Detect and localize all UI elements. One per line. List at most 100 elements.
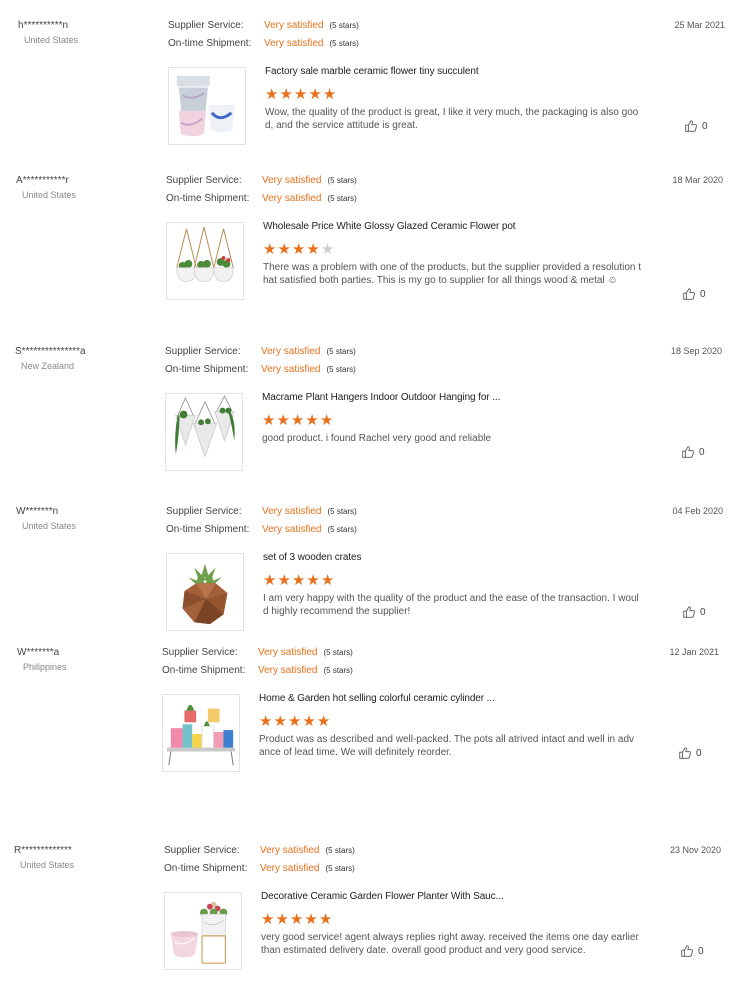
star-icon: ★ [277, 241, 291, 258]
ontime-shipment-value: Very satisfied [260, 863, 320, 874]
colorful-cylinders-thumbnail[interactable] [162, 694, 240, 772]
review-comment: very good service! agent always replies … [261, 932, 639, 956]
product-rating-stars: ★★★★★ [261, 911, 333, 928]
ontime-shipment-rating: On-time Shipment: Very satisfied (5 stars) [165, 364, 356, 382]
product-rating-stars: ★★★★★ [265, 86, 337, 103]
like-count: 0 [700, 606, 706, 618]
ontime-shipment-label: On-time Shipment: [165, 364, 249, 375]
review-date: 04 Feb 2020 [672, 506, 723, 516]
product-rating-stars: ★★★★★ [263, 572, 335, 589]
review-comment: I am very happy with the quality of the … [263, 593, 639, 617]
macrame-cones-thumbnail[interactable] [165, 393, 243, 471]
ontime-shipment-label: On-time Shipment: [162, 665, 246, 676]
product-title-link[interactable]: Macrame Plant Hangers Indoor Outdoor Han… [262, 392, 500, 403]
like-count: 0 [702, 120, 708, 132]
supplier-service-rating: Supplier Service: Very satisfied (5 stars) [165, 346, 356, 364]
review-comment: There was a problem with one of the prod… [263, 262, 641, 286]
like-button[interactable]: 0 [680, 944, 704, 958]
supplier-service-rating: Supplier Service: Very satisfied (5 stars) [168, 20, 359, 38]
review-date: 25 Mar 2021 [674, 20, 725, 30]
product-title-link[interactable]: set of 3 wooden crates [263, 552, 362, 563]
star-icon: ★ [275, 911, 289, 928]
star-icon: ★ [302, 713, 316, 730]
buyer-name: h**********n [18, 20, 69, 31]
like-button[interactable]: 0 [682, 287, 706, 301]
star-icon: ★ [322, 86, 337, 103]
supplier-service-stars: (5 stars) [326, 347, 356, 356]
marble-pots-thumbnail[interactable] [168, 67, 246, 145]
ontime-shipment-rating: On-time Shipment: Very satisfied (5 stars) [162, 665, 353, 683]
star-icon: ★ [289, 911, 304, 928]
supplier-service-value: Very satisfied [258, 647, 318, 658]
ontime-shipment-value: Very satisfied [262, 193, 322, 204]
supplier-service-value: Very satisfied [262, 175, 322, 186]
product-rating-stars: ★★★★★ [263, 241, 335, 258]
ontime-shipment-rating: On-time Shipment: Very satisfied (5 stars) [164, 863, 355, 881]
review-date: 18 Mar 2020 [672, 175, 723, 185]
product-title-link[interactable]: Home & Garden hot selling colorful ceram… [259, 693, 495, 704]
buyer-name: S***************a [15, 346, 86, 357]
like-count: 0 [699, 446, 705, 458]
review-comment: Wow, the quality of the product is great… [265, 107, 639, 131]
supplier-service-stars: (5 stars) [323, 648, 353, 657]
planter-stand-thumbnail[interactable] [164, 892, 242, 970]
product-title-link[interactable]: Decorative Ceramic Garden Flower Planter… [261, 891, 504, 902]
star-icon: ★ [276, 412, 290, 429]
supplier-service-label: Supplier Service: [162, 647, 238, 658]
supplier-service-stars: (5 stars) [327, 176, 357, 185]
supplier-service-rating: Supplier Service: Very satisfied (5 stars) [164, 845, 355, 863]
supplier-service-label: Supplier Service: [168, 20, 244, 31]
empty-star-icon: ★ [320, 241, 335, 258]
wooden-pot-thumbnail[interactable] [166, 553, 244, 631]
ontime-shipment-stars: (5 stars) [329, 39, 359, 48]
like-button[interactable]: 0 [678, 746, 702, 760]
star-icon: ★ [318, 911, 333, 928]
supplier-service-rating: Supplier Service: Very satisfied (5 stars) [166, 506, 357, 524]
buyer-info: R************* United States [14, 845, 164, 870]
like-button[interactable]: 0 [681, 445, 705, 459]
review-date: 23 Nov 2020 [669, 845, 721, 855]
supplier-service-value: Very satisfied [262, 506, 322, 517]
star-icon: ★ [291, 572, 306, 589]
buyer-country: United States [20, 860, 75, 870]
buyer-name: R************* [14, 845, 72, 856]
star-icon: ★ [316, 713, 331, 730]
star-icon: ★ [291, 241, 306, 258]
star-icon: ★ [277, 572, 291, 589]
star-icon: ★ [262, 412, 276, 429]
supplier-service-value: Very satisfied [264, 20, 324, 31]
star-icon: ★ [306, 572, 320, 589]
hanging-pots-thumbnail[interactable] [166, 222, 244, 300]
star-icon: ★ [263, 572, 277, 589]
thumbs-up-icon [682, 605, 696, 619]
product-title-link[interactable]: Factory sale marble ceramic flower tiny … [265, 66, 479, 77]
buyer-name: W*******n [16, 506, 59, 517]
supplier-service-label: Supplier Service: [164, 845, 240, 856]
star-icon: ★ [305, 412, 319, 429]
review-date: 12 Jan 2021 [669, 647, 719, 657]
product-title-link[interactable]: Wholesale Price White Glossy Glazed Cera… [263, 221, 516, 232]
star-icon: ★ [293, 86, 308, 103]
ontime-shipment-label: On-time Shipment: [164, 863, 248, 874]
star-icon: ★ [259, 713, 273, 730]
supplier-service-stars: (5 stars) [327, 507, 357, 516]
ontime-shipment-stars: (5 stars) [325, 864, 355, 873]
star-icon: ★ [290, 412, 305, 429]
like-button[interactable]: 0 [682, 605, 706, 619]
buyer-info: W*******n United States [16, 506, 166, 531]
ontime-shipment-rating: On-time Shipment: Very satisfied (5 stars) [166, 524, 357, 542]
supplier-service-rating: Supplier Service: Very satisfied (5 stars) [162, 647, 353, 665]
star-icon: ★ [306, 241, 320, 258]
buyer-country: Philippines [23, 662, 67, 672]
buyer-country: United States [22, 521, 77, 531]
thumbs-up-icon [684, 119, 698, 133]
star-icon: ★ [308, 86, 322, 103]
ontime-shipment-value: Very satisfied [261, 364, 321, 375]
thumbs-up-icon [678, 746, 692, 760]
like-button[interactable]: 0 [684, 119, 708, 133]
buyer-country: New Zealand [21, 361, 75, 371]
like-count: 0 [698, 945, 704, 957]
thumbs-up-icon [682, 287, 696, 301]
buyer-country: United States [24, 35, 79, 45]
ontime-shipment-value: Very satisfied [262, 524, 322, 535]
